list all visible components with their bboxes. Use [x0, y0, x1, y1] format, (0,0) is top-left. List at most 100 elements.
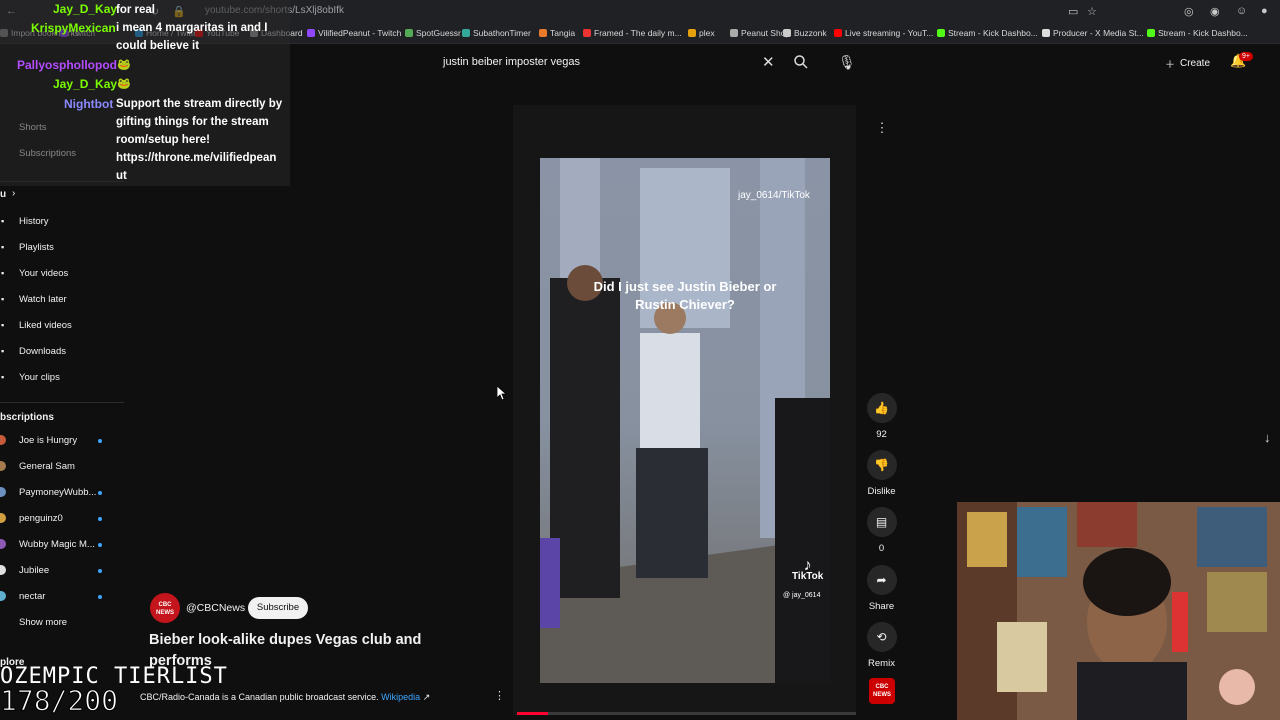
bookmark-item[interactable]: Buzzonk — [783, 28, 827, 38]
notification-badge: 9+ — [1239, 52, 1253, 61]
bookmark-favicon-icon — [1042, 29, 1050, 37]
bookmark-item[interactable]: Producer - X Media St... — [1042, 28, 1144, 38]
clips-icon: ▪ — [1, 372, 5, 382]
bookmark-label: Buzzonk — [794, 28, 827, 38]
bookmark-favicon-icon — [405, 29, 413, 37]
clear-search-icon[interactable]: ✕ — [762, 53, 775, 71]
dislike-label: Dislike — [867, 486, 896, 497]
video-scene — [540, 158, 830, 683]
bookmark-label: SpotGuessr — [416, 28, 461, 38]
microphone-icon[interactable]: 🎙 — [838, 54, 856, 71]
channel-avatar — [0, 591, 6, 601]
bookmark-label: Producer - X Media St... — [1053, 28, 1144, 38]
bookmark-item[interactable]: SubathonTimer — [462, 28, 531, 38]
subscription-label: Joe is Hungry — [19, 435, 78, 446]
progress-bar[interactable] — [517, 712, 856, 715]
bookmark-item[interactable]: plex — [688, 28, 715, 38]
bookmark-favicon-icon — [688, 29, 696, 37]
dislike-button[interactable]: 👎 Dislike — [866, 450, 897, 497]
bookmark-label: Stream - Kick Dashbo... — [948, 28, 1038, 38]
bookmark-item[interactable]: VilifiedPeanut - Twitch — [307, 28, 401, 38]
create-button[interactable]: ＋ Create — [1157, 52, 1218, 74]
sidebar-item-label: Liked videos — [19, 320, 72, 331]
thumbs-down-icon: 👎 — [866, 450, 897, 480]
like-button[interactable]: 👍 92 — [866, 393, 897, 440]
sidebar-item-label: Playlists — [19, 242, 54, 253]
webcam-scene — [957, 502, 1280, 720]
sidebar-subscription-item[interactable]: General Sam — [0, 461, 75, 472]
download-icon: ▪ — [1, 346, 5, 356]
sidebar-subscription-item[interactable]: nectar — [0, 591, 45, 602]
bookmark-favicon-icon — [1147, 29, 1155, 37]
like-count: 92 — [876, 429, 887, 440]
subscription-label: Wubby Magic M... — [19, 539, 95, 550]
search-input[interactable]: justin beiber imposter vegas — [443, 56, 580, 68]
info-panel: CBC/Radio-Canada is a Canadian public br… — [140, 692, 430, 703]
chat-username: Jay_D_Kay — [53, 2, 118, 16]
bookmark-item[interactable]: Stream - Kick Dashbo... — [1147, 28, 1248, 38]
video-frame[interactable]: jay_0614/TikTok Did I just see Justin Bi… — [540, 158, 830, 683]
channel-avatar[interactable]: CBC NEWS — [150, 593, 180, 623]
bookmark-item[interactable]: Live streaming - YouT... — [834, 28, 933, 38]
bookmark-item[interactable]: Stream - Kick Dashbo... — [937, 28, 1038, 38]
subscribe-button[interactable]: Subscribe — [248, 597, 308, 619]
progress-fill — [517, 712, 548, 715]
sound-channel-thumbnail[interactable]: CBC NEWS — [869, 678, 895, 704]
more-options-icon[interactable]: ⋮ — [871, 117, 893, 139]
chat-emote-icon: 🐸 — [117, 59, 131, 71]
wikipedia-link[interactable]: Wikipedia — [381, 692, 420, 702]
channel-avatar — [0, 487, 6, 497]
extension-icon[interactable]: ◉ — [1210, 5, 1220, 18]
search-icon[interactable] — [793, 54, 809, 70]
new-content-dot — [98, 439, 102, 443]
chat-message: i mean 4 margaritas in and I — [116, 22, 268, 34]
bookmark-favicon-icon — [937, 29, 945, 37]
bookmark-item[interactable]: SpotGuessr — [405, 28, 461, 38]
sidebar-item-liked-videos[interactable]: ▪ Liked videos — [1, 320, 72, 331]
sidebar-subscription-item[interactable]: Joe is Hungry — [0, 435, 78, 446]
more-actions-icon[interactable]: ⋮ — [494, 689, 505, 702]
star-icon[interactable]: ☆ — [1087, 5, 1097, 18]
bookmark-item[interactable]: Framed - The daily m... — [583, 28, 682, 38]
sidebar-item-your-clips[interactable]: ▪ Your clips — [1, 372, 60, 383]
remix-button[interactable]: ⟲ Remix — [866, 622, 897, 669]
share-button[interactable]: ➦ Share — [866, 565, 897, 612]
external-link-icon: ↗ — [422, 692, 431, 702]
sidebar-subscription-item[interactable]: penguinz0 — [0, 513, 63, 524]
tiktok-logo: ♪ TikTok — [792, 558, 823, 583]
share-label: Share — [868, 601, 895, 612]
remix-label: Remix — [868, 658, 895, 669]
remix-icon: ⟲ — [866, 622, 897, 652]
sidebar-item-watch-later[interactable]: ▪ Watch later — [1, 294, 67, 305]
sidebar-subscription-item[interactable]: Jubilee — [0, 565, 49, 576]
caption-line: Did I just see Justin Bieber or — [593, 279, 777, 294]
sidebar-section-you[interactable]: u — [0, 189, 6, 200]
new-content-dot — [98, 517, 102, 521]
chat-message: ut — [116, 170, 127, 182]
channel-avatar — [0, 513, 6, 523]
watch-later-icon: ▪ — [1, 294, 5, 304]
profile-icon[interactable]: ● — [1261, 5, 1268, 17]
create-label: Create — [1180, 57, 1211, 69]
comments-button[interactable]: ▤ 0 — [866, 507, 897, 554]
sidebar-item-playlists[interactable]: ▪ Playlists — [1, 242, 54, 253]
sidebar-item-history[interactable]: ▪ History — [1, 216, 49, 227]
cast-icon[interactable]: ▭ — [1068, 5, 1078, 18]
sidebar-subscription-item[interactable]: PaymoneyWubb... — [0, 487, 97, 498]
subscription-label: penguinz0 — [19, 513, 63, 524]
bookmark-favicon-icon — [583, 29, 591, 37]
emoji-icon[interactable]: ☺ — [1236, 5, 1247, 17]
chat-message: Support the stream directly by — [116, 98, 283, 110]
channel-handle[interactable]: @CBCNews — [186, 602, 245, 614]
sidebar-item-your-videos[interactable]: ▪ Your videos — [1, 268, 68, 279]
arrow-down-icon[interactable]: ↓ — [1264, 430, 1271, 445]
sidebar-item-label: Watch later — [19, 294, 67, 305]
sidebar-subscription-item[interactable]: Wubby Magic M... — [0, 539, 95, 550]
sidebar-item-downloads[interactable]: ▪ Downloads — [1, 346, 66, 357]
chat-message: gifting things for the stream — [116, 116, 269, 128]
bookmark-item[interactable]: Tangia — [539, 28, 575, 38]
show-more-button[interactable]: Show more — [19, 617, 67, 628]
subscription-label: PaymoneyWubb... — [19, 487, 97, 498]
bookmark-item[interactable]: Peanut Shop — [730, 28, 790, 38]
extension-icon[interactable]: ◎ — [1184, 5, 1194, 18]
